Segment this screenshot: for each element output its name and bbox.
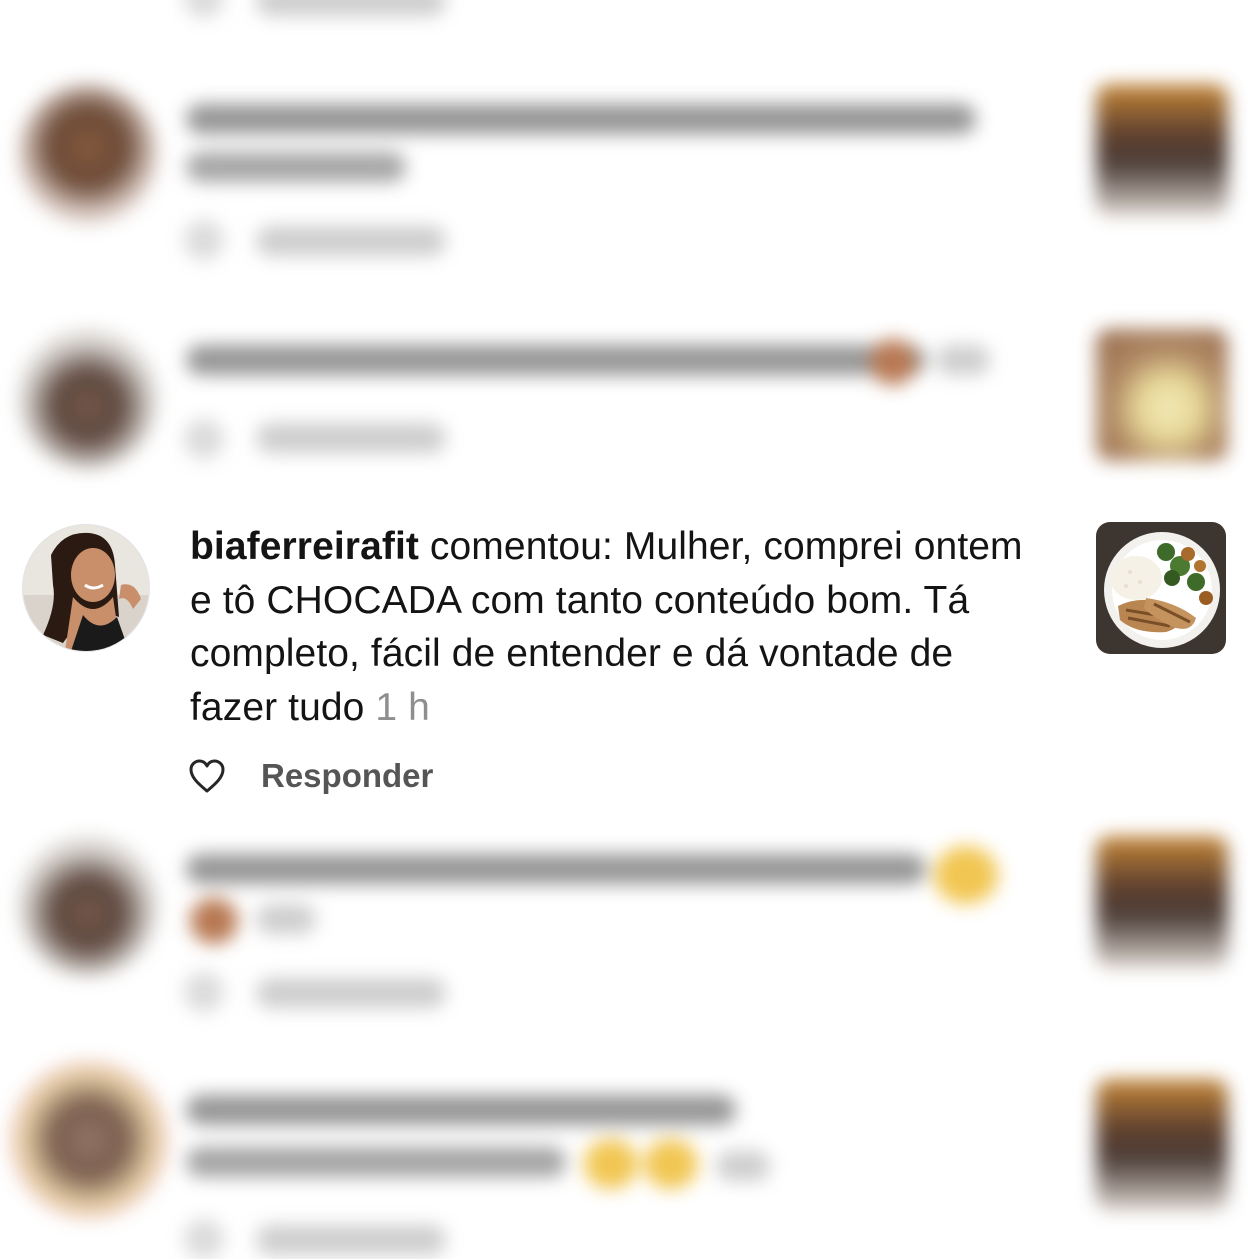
emoji-icon	[934, 846, 998, 904]
post-thumbnail[interactable]	[1096, 522, 1226, 654]
avatar	[18, 329, 158, 469]
emoji-icon	[644, 1139, 698, 1189]
like-icon	[184, 1219, 224, 1259]
avatar	[18, 84, 158, 224]
reply-link-blurred	[256, 978, 446, 1008]
reply-button[interactable]: Responder	[261, 756, 433, 796]
like-icon	[184, 0, 224, 18]
reply-link-blurred	[256, 1225, 446, 1255]
action-label: comentou:	[429, 525, 613, 568]
like-icon	[184, 419, 224, 459]
reply-link-blurred	[256, 226, 446, 256]
heart-outline-icon[interactable]	[188, 756, 226, 796]
notification-item-blurred	[0, 0, 1254, 30]
like-icon	[184, 972, 224, 1012]
avatar-photo	[23, 525, 149, 651]
like-icon	[184, 220, 224, 260]
comment-text: biaferreirafit comentou: Mulher, comprei…	[190, 520, 1050, 734]
username-link[interactable]: biaferreirafit	[190, 525, 419, 568]
post-thumbnail	[1096, 836, 1228, 968]
comment-line-blurred	[186, 1147, 566, 1177]
comment-line-blurred	[186, 854, 926, 884]
notification-item-blurred	[0, 70, 1254, 290]
emoji-icon	[190, 898, 238, 944]
commenter-avatar[interactable]	[22, 524, 150, 652]
emoji-icon	[870, 339, 916, 385]
avatar	[18, 836, 158, 976]
timestamp: 1 h	[375, 685, 430, 729]
comment-line-blurred	[186, 104, 976, 134]
comment-line-blurred	[186, 345, 926, 375]
reply-link-blurred	[256, 0, 446, 16]
reply-link-blurred	[256, 423, 446, 453]
comment-line-blurred	[186, 1095, 736, 1125]
post-thumbnail	[1096, 84, 1228, 216]
food-plate-image	[1096, 522, 1226, 654]
notifications-feed: biaferreirafit comentou: Mulher, comprei…	[0, 0, 1254, 1259]
notification-item-blurred	[0, 1055, 1254, 1259]
post-thumbnail	[1096, 1079, 1228, 1211]
notification-item-blurred	[0, 822, 1254, 1022]
time-blurred	[936, 345, 990, 375]
emoji-icon	[584, 1139, 638, 1189]
post-thumbnail	[1096, 329, 1228, 461]
notification-item-blurred	[0, 315, 1254, 485]
time-blurred	[716, 1151, 770, 1181]
time-blurred	[256, 904, 316, 934]
comment-line-blurred	[186, 152, 406, 182]
avatar	[10, 1061, 168, 1219]
